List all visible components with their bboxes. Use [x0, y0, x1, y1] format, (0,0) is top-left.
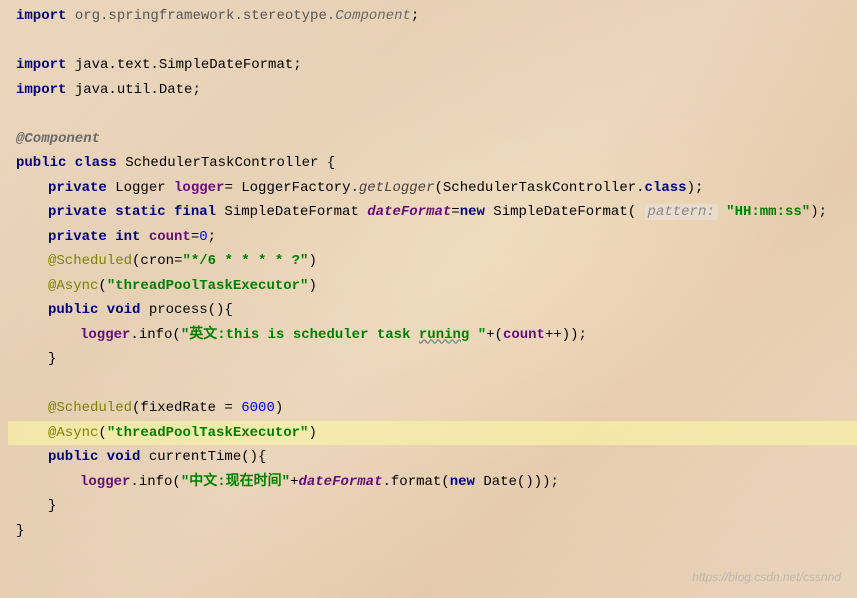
code-line[interactable]: @Component	[8, 127, 857, 152]
annotation-scheduled: @Scheduled	[48, 253, 132, 269]
keyword-private-int: private int	[48, 229, 140, 245]
keyword-import: import	[16, 82, 66, 98]
call: .info(	[130, 327, 180, 343]
code-line[interactable]: private Logger logger= LoggerFactory.get…	[8, 176, 857, 201]
keyword-class: class	[645, 180, 687, 196]
close: )	[308, 253, 316, 269]
call: .info(	[130, 474, 180, 490]
open: (	[98, 278, 106, 294]
space	[140, 229, 148, 245]
eq: =	[191, 229, 199, 245]
code-line[interactable]: @Scheduled(fixedRate = 6000)	[8, 396, 857, 421]
class-name: Component	[335, 8, 411, 24]
keyword-import: import	[16, 57, 66, 73]
code-line-empty[interactable]	[8, 29, 857, 54]
number-rate: 6000	[241, 400, 275, 416]
plus: +(	[486, 327, 503, 343]
parameter-hint: pattern:	[645, 204, 718, 220]
space	[718, 204, 726, 220]
method-decl: currentTime(){	[140, 449, 266, 465]
code-line[interactable]: }	[8, 519, 857, 544]
keyword-private-static-final: private static final	[48, 204, 216, 220]
semicolon: ;	[411, 8, 419, 24]
code-line[interactable]: import java.util.Date;	[8, 78, 857, 103]
method-decl: process(){	[140, 302, 232, 318]
keyword-public-class: public class	[16, 155, 117, 171]
string-executor: "threadPoolTaskExecutor"	[107, 278, 309, 294]
type-sdf: SimpleDateFormat	[216, 204, 367, 220]
keyword-import: import	[16, 8, 66, 24]
close: );	[687, 180, 704, 196]
semi: ;	[208, 229, 216, 245]
keyword-private: private	[48, 180, 107, 196]
field-dateformat: dateFormat	[367, 204, 451, 220]
brace-close: }	[16, 523, 24, 539]
field-count: count	[149, 229, 191, 245]
type-logger: Logger	[107, 180, 174, 196]
inc: ++));	[545, 327, 587, 343]
field-dateformat: dateFormat	[298, 474, 382, 490]
import-rest: java.util.Date;	[66, 82, 200, 98]
code-line[interactable]: }	[8, 494, 857, 519]
code-line[interactable]: import org.springframework.stereotype.Co…	[8, 4, 857, 29]
field-logger: logger	[80, 474, 130, 490]
code-line[interactable]: private int count=0;	[8, 225, 857, 250]
string-typo: runing	[419, 327, 469, 343]
code-line[interactable]: logger.info("英文:this is scheduler task r…	[8, 323, 857, 348]
keyword-new: new	[450, 474, 475, 490]
close: )	[308, 278, 316, 294]
code-line[interactable]: logger.info("中文:现在时间"+dateFormat.format(…	[8, 470, 857, 495]
method-getlogger: getLogger	[359, 180, 435, 196]
assign: = LoggerFactory.	[224, 180, 358, 196]
code-line-empty[interactable]	[8, 102, 857, 127]
class-decl: SchedulerTaskController {	[117, 155, 335, 171]
brace-close: }	[48, 351, 56, 367]
brace-close: }	[48, 498, 56, 514]
annotation-async: @Async	[48, 278, 98, 294]
code-line[interactable]: }	[8, 347, 857, 372]
field-logger: logger	[174, 180, 224, 196]
close: )	[275, 400, 283, 416]
date: Date()));	[475, 474, 559, 490]
annotation-component: @Component	[16, 131, 100, 147]
open: (	[98, 425, 106, 441]
code-editor[interactable]: import org.springframework.stereotype.Co…	[0, 0, 857, 598]
code-line[interactable]: public class SchedulerTaskController {	[8, 151, 857, 176]
open: (fixedRate =	[132, 400, 241, 416]
keyword-public-void: public void	[48, 449, 140, 465]
code-line[interactable]: public void currentTime(){	[8, 445, 857, 470]
ctor: SimpleDateFormat(	[485, 204, 645, 220]
code-line[interactable]: private static final SimpleDateFormat da…	[8, 200, 857, 225]
open: (cron=	[132, 253, 182, 269]
string-part1: "英文:this is scheduler task	[181, 327, 419, 343]
number-zero: 0	[199, 229, 207, 245]
field-logger: logger	[80, 327, 130, 343]
watermark-text: https://blog.csdn.net/cssnnd	[692, 567, 841, 588]
close: );	[810, 204, 827, 220]
string-executor: "threadPoolTaskExecutor"	[107, 425, 309, 441]
string-cron: "*/6 * * * * ?"	[182, 253, 308, 269]
string-part3: "	[469, 327, 486, 343]
code-line-empty[interactable]	[8, 372, 857, 397]
format-call: .format(	[382, 474, 449, 490]
code-line[interactable]: @Async("threadPoolTaskExecutor")	[8, 274, 857, 299]
annotation-scheduled: @Scheduled	[48, 400, 132, 416]
string-zh: "中文:现在时间"	[181, 474, 290, 490]
code-line-highlighted[interactable]: @Async("threadPoolTaskExecutor")	[8, 421, 857, 446]
eq: =	[451, 204, 459, 220]
code-line[interactable]: import java.text.SimpleDateFormat;	[8, 53, 857, 78]
args: (SchedulerTaskController.	[435, 180, 645, 196]
code-line[interactable]: public void process(){	[8, 298, 857, 323]
package-path: org.springframework.stereotype.	[66, 8, 335, 24]
string-pattern: "HH:mm:ss"	[726, 204, 810, 220]
keyword-new: new	[460, 204, 485, 220]
import-rest: java.text.SimpleDateFormat;	[66, 57, 301, 73]
code-line[interactable]: @Scheduled(cron="*/6 * * * * ?")	[8, 249, 857, 274]
field-count: count	[503, 327, 545, 343]
keyword-public-void: public void	[48, 302, 140, 318]
close: )	[308, 425, 316, 441]
annotation-async: @Async	[48, 425, 98, 441]
